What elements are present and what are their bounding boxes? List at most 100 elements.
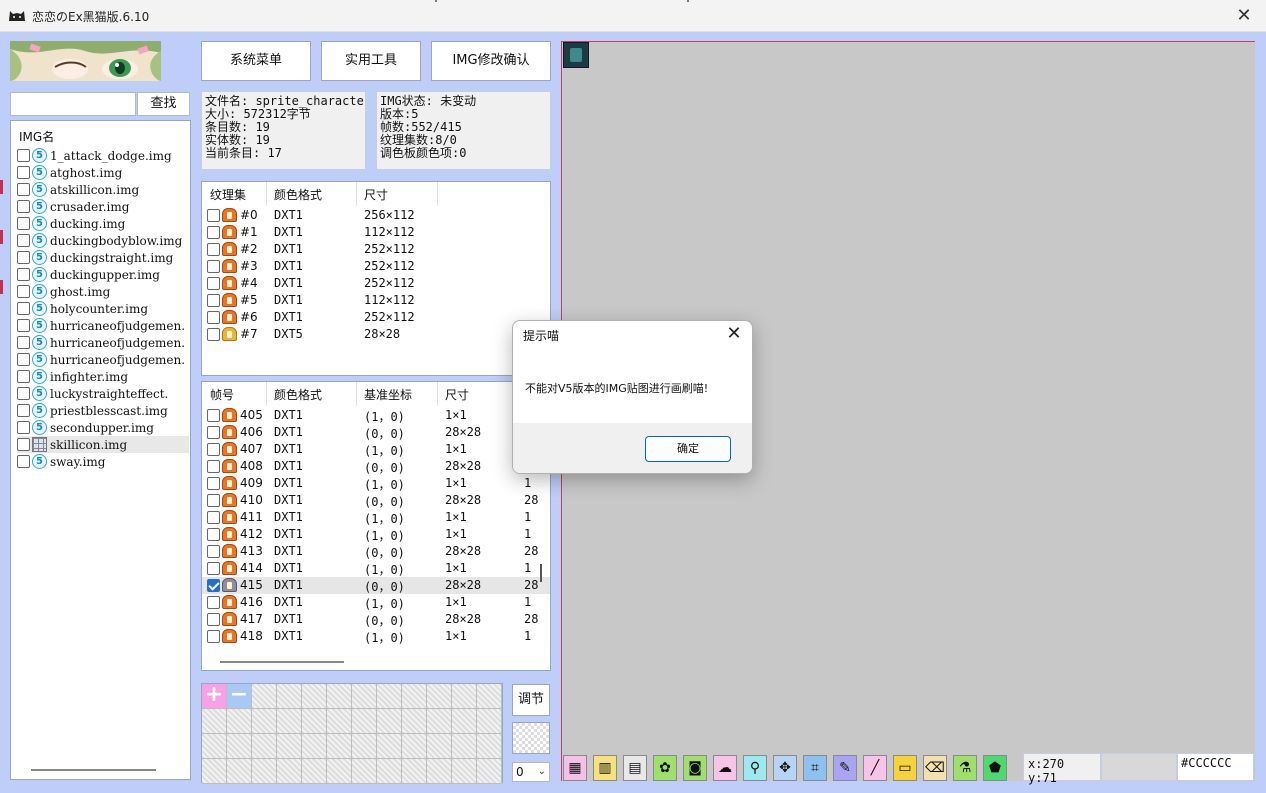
img-list-item[interactable]: 5 secondupper.img [17, 419, 189, 436]
img-list-item[interactable]: 5 holycounter.img [17, 300, 189, 317]
horizontal-scrollbar[interactable] [220, 661, 344, 663]
palette-cell[interactable] [227, 709, 252, 734]
palette-cell[interactable] [327, 759, 352, 784]
search-button[interactable]: 查找 [137, 92, 190, 116]
checkbox[interactable] [17, 353, 30, 366]
column-header-texture[interactable]: 纹理集 [210, 186, 246, 203]
palette-cell[interactable] [302, 734, 327, 759]
cat-tool-icon[interactable]: ✿ [653, 755, 677, 781]
img-confirm-button[interactable]: IMG修改确认 [431, 41, 551, 81]
checkbox[interactable] [17, 404, 30, 417]
fill-tool-icon[interactable]: ⬟ [983, 755, 1007, 781]
checkbox[interactable] [17, 149, 30, 162]
window-close-button[interactable]: ✕ [1232, 4, 1256, 28]
frame-row[interactable]: 413 DXT1 (0，0) 28×28 28 [202, 543, 550, 560]
horizontal-scrollbar[interactable] [31, 769, 156, 771]
texture-row[interactable]: #4 DXT1 252×112 [202, 275, 550, 292]
palette-cell[interactable] [302, 709, 327, 734]
checkbox[interactable] [207, 226, 220, 239]
column-header-size[interactable]: 尺寸 [364, 186, 388, 203]
checkbox[interactable] [17, 268, 30, 281]
palette-grid[interactable]: + − [201, 683, 503, 784]
checkbox[interactable] [207, 311, 220, 324]
palette-cell[interactable] [452, 709, 477, 734]
palette-cell[interactable] [252, 709, 277, 734]
palette-cell[interactable] [402, 684, 427, 709]
img-list-item[interactable]: 5 crusader.img [17, 198, 189, 215]
checkbox[interactable] [207, 613, 220, 626]
img-list-item[interactable]: 5 1_attack_dodge.img [17, 147, 189, 164]
texture-row[interactable]: #6 DXT1 252×112 [202, 309, 550, 326]
checkbox[interactable] [207, 409, 220, 422]
palette-cell[interactable] [202, 759, 227, 784]
palette-cell[interactable] [202, 734, 227, 759]
palette-cell[interactable] [377, 709, 402, 734]
camera-tool-icon[interactable]: ◙ [683, 755, 707, 781]
palette-cell[interactable] [402, 709, 427, 734]
palette-cell[interactable] [302, 759, 327, 784]
pencil-tool-icon[interactable]: ✎ [833, 755, 857, 781]
frame-row[interactable]: 406 DXT1 (0，0) 28×28 [202, 424, 550, 441]
texture-tool-icon[interactable]: ▦ [563, 755, 587, 781]
checkbox[interactable] [17, 217, 30, 230]
column-header-base[interactable]: 基准坐标 [364, 386, 412, 403]
film-tool-icon[interactable]: ▤ [623, 755, 647, 781]
move-tool-icon[interactable]: ✥ [773, 755, 797, 781]
img-list-item[interactable]: skillicon.img [17, 436, 189, 453]
column-header-size[interactable]: 尺寸 [445, 386, 469, 403]
checkbox[interactable] [17, 251, 30, 264]
checkbox[interactable] [207, 511, 220, 524]
checkbox[interactable] [207, 426, 220, 439]
eraser-tool-icon[interactable]: ⌫ [923, 755, 947, 781]
palette-cell[interactable] [477, 684, 502, 709]
checkbox[interactable] [207, 260, 220, 273]
texture-row[interactable]: #3 DXT1 252×112 [202, 258, 550, 275]
img-list-item[interactable]: 5 hurricaneofjudgemen. [17, 317, 189, 334]
texture-row[interactable]: #1 DXT1 112×112 [202, 224, 550, 241]
zoom-tool-icon[interactable]: ⚲ [743, 755, 767, 781]
texture-row[interactable]: #0 DXT1 256×112 [202, 207, 550, 224]
img-list-item[interactable]: 5 ghost.img [17, 283, 189, 300]
checkbox[interactable] [207, 460, 220, 473]
checkbox[interactable] [207, 596, 220, 609]
palette-cell[interactable] [352, 759, 377, 784]
palette-cell[interactable] [427, 759, 452, 784]
checkbox[interactable] [17, 302, 30, 315]
frame-row[interactable]: 412 DXT1 (1，0) 1×1 1 [202, 526, 550, 543]
checkbox[interactable] [17, 387, 30, 400]
frame-row[interactable]: 418 DXT1 (1，0) 1×1 1 [202, 628, 550, 645]
palette-cell[interactable] [327, 684, 352, 709]
img-list-item[interactable]: 5 atghost.img [17, 164, 189, 181]
palette-cell[interactable] [277, 709, 302, 734]
img-list-item[interactable]: 5 ducking.img [17, 215, 189, 232]
palette-cell[interactable] [377, 759, 402, 784]
checkbox[interactable] [17, 285, 30, 298]
checkbox[interactable] [207, 243, 220, 256]
texture-row[interactable]: #2 DXT1 252×112 [202, 241, 550, 258]
checkbox[interactable] [17, 200, 30, 213]
ok-button[interactable]: 确定 [645, 436, 731, 462]
checkbox[interactable] [17, 183, 30, 196]
vertical-scrollbar[interactable] [540, 564, 542, 582]
checkbox[interactable] [17, 438, 30, 451]
palette-cell[interactable] [452, 684, 477, 709]
checkbox[interactable] [17, 336, 30, 349]
frame-row[interactable]: 416 DXT1 (1，0) 1×1 1 [202, 594, 550, 611]
img-list-item[interactable]: 5 hurricaneofjudgemen. [17, 351, 189, 368]
texture-row[interactable]: #7 DXT5 28×28 [202, 326, 550, 343]
img-list-item[interactable]: 5 duckingbodyblow.img [17, 232, 189, 249]
crop-tool-icon[interactable]: ⌗ [803, 755, 827, 781]
rect-tool-icon[interactable]: ▭ [893, 755, 917, 781]
texture-row[interactable]: #5 DXT1 112×112 [202, 292, 550, 309]
frame-row[interactable]: 408 DXT1 (0，0) 28×28 [202, 458, 550, 475]
checkbox[interactable] [207, 630, 220, 643]
frame-table[interactable]: 帧号 颜色格式 基准坐标 尺寸 405 DXT1 (1，0) 1×1 1 406 DXT1 (… [201, 381, 551, 671]
tools-button[interactable]: 实用工具 [321, 41, 421, 81]
palette-cell[interactable] [302, 684, 327, 709]
palette-cell[interactable] [402, 734, 427, 759]
checkbox[interactable] [207, 443, 220, 456]
frame-row[interactable]: 417 DXT1 (0，0) 28×28 28 [202, 611, 550, 628]
frame-row[interactable]: 409 DXT1 (1，0) 1×1 1 [202, 475, 550, 492]
palette-cell[interactable] [477, 734, 502, 759]
checkbox[interactable] [207, 545, 220, 558]
